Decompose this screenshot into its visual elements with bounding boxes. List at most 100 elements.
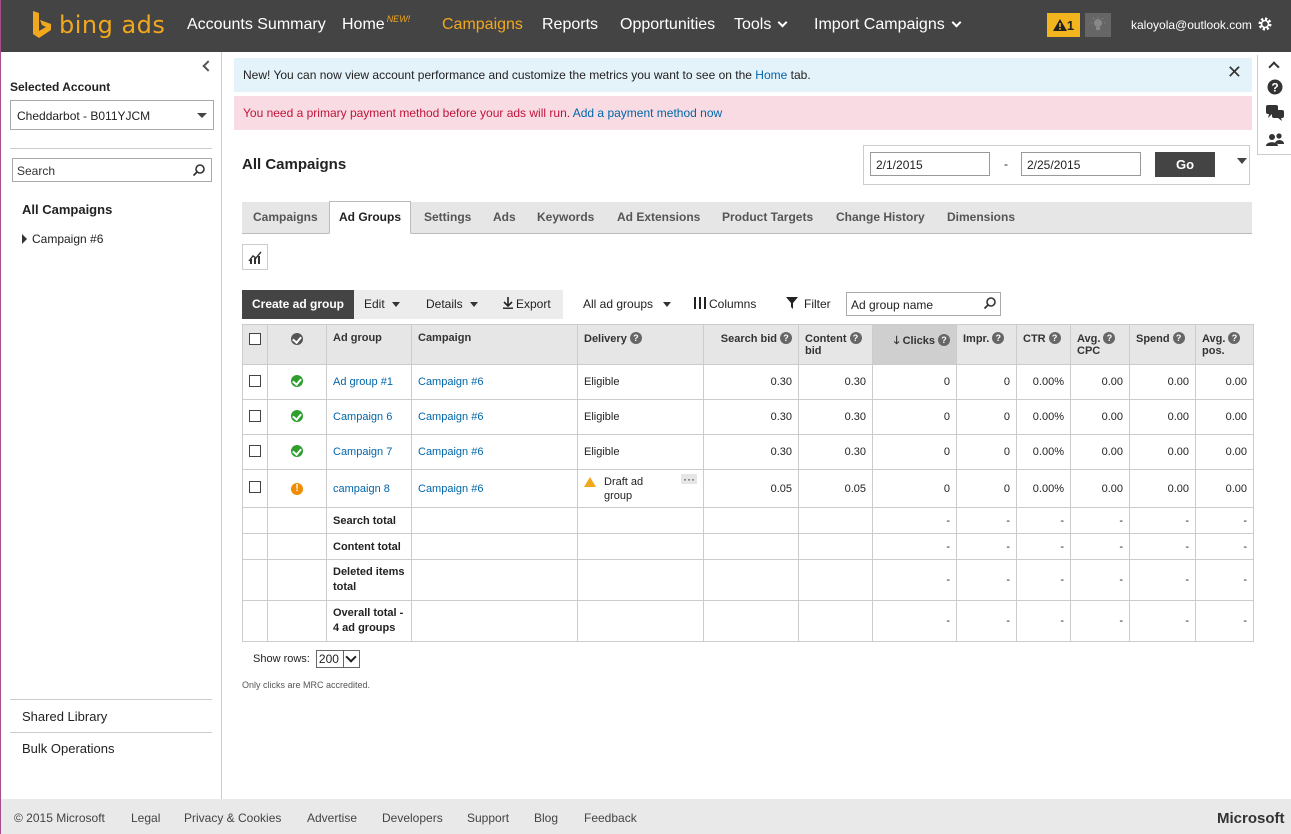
columns-button[interactable]: Columns bbox=[694, 297, 756, 311]
ad-group-link[interactable]: Campaign 7 bbox=[333, 446, 392, 458]
header-avg-pos[interactable]: Avg.? pos. bbox=[1195, 324, 1254, 365]
start-date-input[interactable]: 2/1/2015 bbox=[870, 152, 990, 176]
ad-group-link[interactable]: Campaign 6 bbox=[333, 411, 392, 423]
campaign-link[interactable]: Campaign #6 bbox=[418, 446, 483, 458]
help-icon[interactable]: ? bbox=[938, 334, 950, 346]
footer-blog-link[interactable]: Blog bbox=[534, 811, 558, 825]
tab-ad-extensions[interactable]: Ad Extensions bbox=[617, 202, 700, 234]
header-search-bid[interactable]: Search bid? bbox=[703, 324, 799, 365]
rows-per-page-select[interactable]: 200 bbox=[315, 650, 360, 668]
tab-ad-groups[interactable]: Ad Groups bbox=[329, 201, 411, 234]
alerts-button[interactable]: 1 bbox=[1047, 13, 1080, 37]
add-payment-link[interactable]: Add a payment method now bbox=[573, 106, 722, 120]
help-icon[interactable]: ? bbox=[992, 332, 1005, 344]
shared-library-link[interactable]: Shared Library bbox=[22, 709, 107, 724]
edit-menu[interactable]: Edit bbox=[364, 297, 400, 311]
tab-dimensions[interactable]: Dimensions bbox=[947, 202, 1015, 234]
gear-icon[interactable] bbox=[1257, 16, 1273, 32]
create-ad-group-button[interactable]: Create ad group bbox=[242, 290, 354, 319]
help-icon[interactable]: ? bbox=[629, 332, 642, 344]
collapse-sidebar-icon[interactable] bbox=[202, 60, 214, 72]
close-icon[interactable]: ✕ bbox=[1227, 62, 1242, 83]
row-checkbox[interactable] bbox=[249, 481, 261, 493]
row-checkbox[interactable] bbox=[249, 409, 261, 422]
bing-ads-logo[interactable]: bing ads bbox=[31, 10, 165, 40]
search-bid-cell[interactable]: 0.30 bbox=[703, 364, 799, 400]
end-date-input[interactable]: 2/25/2015 bbox=[1021, 152, 1141, 176]
row-checkbox[interactable] bbox=[249, 444, 261, 457]
content-bid-cell[interactable]: 0.30 bbox=[798, 399, 873, 435]
tab-ads[interactable]: Ads bbox=[493, 202, 516, 234]
chart-toggle-button[interactable] bbox=[242, 244, 268, 270]
chat-icon[interactable] bbox=[1266, 105, 1284, 121]
header-avg-cpc[interactable]: Avg.? CPC bbox=[1070, 324, 1130, 365]
footer-legal-link[interactable]: Legal bbox=[131, 811, 160, 825]
help-icon[interactable]: ? bbox=[1172, 332, 1185, 344]
nav-home[interactable]: Home NEW! bbox=[342, 14, 410, 34]
search-bid-cell[interactable]: 0.30 bbox=[703, 399, 799, 435]
footer-support-link[interactable]: Support bbox=[467, 811, 509, 825]
search-icon[interactable] bbox=[984, 297, 996, 309]
details-menu[interactable]: Details bbox=[426, 297, 478, 311]
content-bid-cell[interactable]: 0.30 bbox=[798, 364, 873, 400]
footer-feedback-link[interactable]: Feedback bbox=[584, 811, 637, 825]
search-icon[interactable] bbox=[193, 164, 205, 176]
nav-campaigns[interactable]: Campaigns bbox=[442, 16, 523, 34]
nav-tools[interactable]: Tools bbox=[734, 16, 788, 34]
search-bid-cell[interactable]: 0.30 bbox=[703, 434, 799, 470]
table-row[interactable]: Campaign 7 Campaign #6 Eligible 0.30 0.3… bbox=[242, 434, 1254, 470]
expand-icon[interactable] bbox=[22, 234, 27, 244]
nav-opportunities[interactable]: Opportunities bbox=[620, 16, 715, 34]
footer-privacy-link[interactable]: Privacy & Cookies bbox=[184, 811, 281, 825]
chevron-up-icon[interactable] bbox=[1268, 61, 1280, 73]
help-icon[interactable]: ? bbox=[1228, 332, 1241, 344]
export-button[interactable]: Export bbox=[503, 297, 551, 311]
header-ad-group[interactable]: Ad group bbox=[326, 324, 412, 365]
more-options-icon[interactable]: ··· bbox=[681, 473, 697, 485]
tab-settings[interactable]: Settings bbox=[424, 202, 471, 234]
content-bid-cell[interactable]: 0.05 bbox=[798, 469, 873, 508]
campaign-link[interactable]: Campaign #6 bbox=[418, 411, 483, 423]
nav-reports[interactable]: Reports bbox=[542, 16, 598, 34]
ad-group-link[interactable]: campaign 8 bbox=[333, 483, 390, 495]
ad-group-search-input[interactable]: Ad group name bbox=[846, 292, 1001, 316]
footer-advertise-link[interactable]: Advertise bbox=[307, 811, 357, 825]
help-icon[interactable]: ? bbox=[1103, 332, 1116, 344]
footer-developers-link[interactable]: Developers bbox=[382, 811, 443, 825]
tab-change-history[interactable]: Change History bbox=[836, 202, 925, 234]
user-email[interactable]: kaloyola@outlook.com bbox=[1131, 18, 1252, 32]
community-icon[interactable] bbox=[1266, 132, 1284, 148]
tab-campaigns[interactable]: Campaigns bbox=[253, 202, 318, 234]
tab-keywords[interactable]: Keywords bbox=[537, 202, 594, 234]
ad-group-link[interactable]: Ad group #1 bbox=[333, 376, 393, 388]
help-icon[interactable]: ? bbox=[1048, 332, 1061, 344]
campaign-link[interactable]: Campaign #6 bbox=[418, 483, 483, 495]
account-select[interactable]: Cheddarbot - B011YJCM bbox=[10, 100, 214, 130]
header-impr[interactable]: Impr.? bbox=[956, 324, 1017, 365]
table-row[interactable]: Ad group #1 Campaign #6 Eligible 0.30 0.… bbox=[242, 364, 1254, 400]
search-bid-cell[interactable]: 0.05 bbox=[703, 469, 799, 508]
go-button[interactable]: Go bbox=[1155, 152, 1215, 177]
caret-down-icon[interactable] bbox=[1237, 158, 1247, 164]
tab-product-targets[interactable]: Product Targets bbox=[722, 202, 813, 234]
sidebar-search-input[interactable]: Search bbox=[12, 158, 212, 182]
nav-accounts-summary[interactable]: Accounts Summary bbox=[187, 16, 326, 34]
ad-group-filter-select[interactable]: All ad groups bbox=[583, 297, 672, 311]
help-icon[interactable]: ? bbox=[849, 332, 862, 344]
all-campaigns-link[interactable]: All Campaigns bbox=[22, 202, 112, 217]
filter-button[interactable]: Filter bbox=[786, 297, 831, 311]
help-icon[interactable]: ? bbox=[1267, 79, 1283, 95]
header-campaign[interactable]: Campaign bbox=[411, 324, 578, 365]
table-row[interactable]: Campaign 6 Campaign #6 Eligible 0.30 0.3… bbox=[242, 399, 1254, 435]
bulk-operations-link[interactable]: Bulk Operations bbox=[22, 741, 115, 756]
help-icon[interactable]: ? bbox=[780, 332, 792, 344]
header-delivery[interactable]: Delivery? bbox=[577, 324, 704, 365]
row-checkbox[interactable] bbox=[249, 374, 261, 387]
table-row[interactable]: ! campaign 8 Campaign #6 Draft ad group ·… bbox=[242, 469, 1254, 508]
header-spend[interactable]: Spend? bbox=[1129, 324, 1196, 365]
campaign-link[interactable]: Campaign #6 bbox=[418, 376, 483, 388]
header-ctr[interactable]: CTR? bbox=[1016, 324, 1071, 365]
tree-item-campaign-6[interactable]: Campaign #6 bbox=[22, 232, 103, 246]
header-clicks[interactable]: 🡓 Clicks? bbox=[872, 324, 957, 365]
select-all-checkbox[interactable] bbox=[249, 333, 261, 345]
